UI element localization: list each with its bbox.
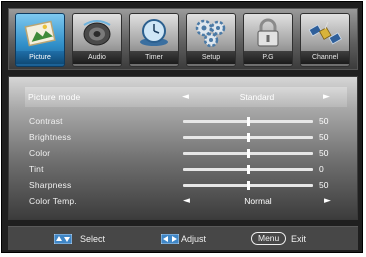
sharpness-label: Sharpness — [29, 180, 72, 190]
tab-label: Setup — [187, 51, 235, 64]
exit-hint: Exit — [291, 234, 307, 244]
contrast-slider[interactable] — [183, 117, 313, 126]
contrast-value: 50 — [319, 116, 329, 126]
menu-tab-bar: Picture Audio Timer Setup P.G Channel — [8, 8, 358, 70]
color-row[interactable]: Color 50 — [26, 145, 346, 161]
tab-pg[interactable]: P.G — [243, 13, 293, 67]
tint-row[interactable]: Tint 0 — [26, 161, 346, 177]
tab-label: Picture — [16, 51, 64, 64]
slider-knob[interactable] — [246, 117, 250, 126]
up-down-key-icon — [54, 234, 72, 244]
right-arrow-icon[interactable]: ► — [324, 193, 331, 209]
left-arrow-icon[interactable]: ◄ — [182, 87, 189, 107]
slider-knob[interactable] — [246, 149, 250, 158]
tab-picture[interactable]: Picture — [15, 13, 65, 67]
color-slider[interactable] — [183, 149, 313, 158]
picture-mode-label: Picture mode — [28, 92, 81, 102]
picture-settings-panel: Picture mode ◄ Standard ► Contrast 50 Br… — [8, 76, 358, 220]
tab-label: Timer — [130, 51, 178, 64]
adjust-hint: Adjust — [181, 234, 207, 244]
contrast-row[interactable]: Contrast 50 — [26, 113, 346, 129]
gears-icon — [195, 19, 226, 48]
picture-mode-row[interactable]: Picture mode ◄ Standard ► — [25, 87, 347, 107]
tab-timer[interactable]: Timer — [129, 13, 179, 67]
tint-label: Tint — [29, 164, 44, 174]
brightness-label: Brightness — [29, 132, 72, 142]
right-arrow-icon[interactable]: ► — [323, 87, 330, 107]
contrast-label: Contrast — [29, 116, 63, 126]
tint-value: 0 — [319, 164, 324, 174]
picture-icon — [24, 20, 56, 47]
slider-knob[interactable] — [246, 165, 250, 174]
color-temp-label: Color Temp. — [29, 196, 77, 206]
satellite-icon — [308, 21, 342, 45]
picture-mode-value: Standard — [239, 92, 275, 102]
slider-knob[interactable] — [246, 133, 250, 142]
color-value: 50 — [319, 148, 329, 158]
brightness-value: 50 — [319, 132, 329, 142]
lock-icon — [257, 18, 279, 47]
menu-key-icon: Menu — [251, 232, 287, 245]
clock-icon — [140, 19, 168, 46]
tab-setup[interactable]: Setup — [186, 13, 236, 67]
left-arrow-icon[interactable]: ◄ — [183, 193, 190, 209]
select-hint: Select — [80, 234, 106, 244]
color-label: Color — [29, 148, 51, 158]
tab-label: Channel — [301, 51, 349, 64]
slider-knob[interactable] — [246, 181, 250, 190]
sharpness-slider[interactable] — [183, 181, 313, 190]
color-temp-value: Normal — [244, 196, 272, 206]
tint-slider[interactable] — [183, 165, 313, 174]
brightness-slider[interactable] — [183, 133, 313, 142]
tab-label: Audio — [73, 51, 121, 64]
speaker-icon — [83, 20, 111, 46]
help-bar: Select Adjust Menu Exit — [8, 226, 358, 250]
tv-osd-window: Picture Audio Timer Setup P.G Channel Pi… — [1, 1, 363, 253]
brightness-row[interactable]: Brightness 50 — [26, 129, 346, 145]
tab-audio[interactable]: Audio — [72, 13, 122, 67]
sharpness-value: 50 — [319, 180, 329, 190]
tab-channel[interactable]: Channel — [300, 13, 350, 67]
color-temp-row[interactable]: Color Temp. ◄ Normal ► — [26, 193, 346, 209]
tab-label: P.G — [244, 51, 292, 64]
left-right-key-icon — [161, 234, 179, 244]
sharpness-row[interactable]: Sharpness 50 — [26, 177, 346, 193]
